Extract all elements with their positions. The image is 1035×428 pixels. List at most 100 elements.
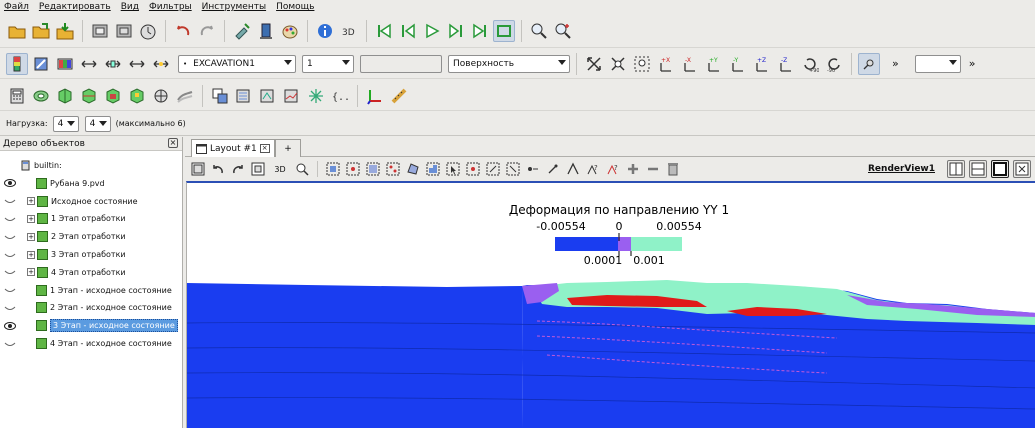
glyph-icon[interactable] xyxy=(150,85,172,107)
group-datasets-icon[interactable] xyxy=(209,85,231,107)
close-tab-icon[interactable]: × xyxy=(259,144,270,153)
clip-icon[interactable] xyxy=(54,85,76,107)
reset-camera-icon[interactable] xyxy=(583,53,605,75)
expand-icon[interactable]: + xyxy=(27,250,35,259)
tree-item[interactable]: +3 Этап отработки xyxy=(0,246,181,263)
eye-open-icon[interactable] xyxy=(4,179,16,188)
menu-tools[interactable]: Инструменты xyxy=(202,2,266,12)
redo-icon[interactable] xyxy=(196,20,218,42)
add-selection-icon[interactable] xyxy=(624,160,642,178)
component-select[interactable]: 1 xyxy=(302,54,354,73)
tree-item[interactable]: + Исходное состояние xyxy=(0,193,181,210)
eye-closed-icon[interactable] xyxy=(4,233,16,241)
plot-over-line-icon[interactable] xyxy=(281,85,303,107)
hover-cells-icon[interactable] xyxy=(484,160,502,178)
view-plus-y-icon[interactable]: +Y xyxy=(703,53,725,75)
render-view[interactable]: Деформация по направлению YY 1 -0.00554 … xyxy=(186,181,1035,428)
contour-icon[interactable] xyxy=(30,85,52,107)
extract-subset-icon[interactable] xyxy=(126,85,148,107)
clear-selection-icon[interactable] xyxy=(664,160,682,178)
info-icon[interactable] xyxy=(314,20,336,42)
loop-icon[interactable] xyxy=(493,20,515,42)
particle-icon[interactable] xyxy=(305,85,327,107)
subtract-selection-icon[interactable] xyxy=(644,160,662,178)
expand-icon[interactable]: + xyxy=(27,232,35,241)
toolbar-overflow-2[interactable]: » xyxy=(969,57,976,70)
menu-file[interactable]: Файл xyxy=(4,2,29,12)
tree-item[interactable]: +4 Этап отработки xyxy=(0,264,181,281)
render-canvas[interactable]: Деформация по направлению YY 1 -0.00554 … xyxy=(186,183,1035,428)
save-data-icon[interactable] xyxy=(54,20,76,42)
timer-icon[interactable] xyxy=(137,20,159,42)
tree-item[interactable]: Рубана 9.pvd xyxy=(0,175,181,192)
tree-item[interactable]: 3 Этап - исходное состояние xyxy=(0,317,181,334)
open-recent-icon[interactable] xyxy=(30,20,52,42)
expand-icon[interactable]: + xyxy=(27,268,35,277)
open-folder-icon[interactable] xyxy=(6,20,28,42)
server-icon[interactable] xyxy=(255,20,277,42)
rescale-temporal-icon[interactable] xyxy=(150,53,172,75)
rescale-range-icon[interactable] xyxy=(78,53,100,75)
camera-redo-icon[interactable] xyxy=(229,160,247,178)
select-polygon-icon[interactable] xyxy=(404,160,422,178)
camera-undo-icon[interactable] xyxy=(209,160,227,178)
threshold-icon[interactable] xyxy=(102,85,124,107)
tree-item[interactable]: builtin: xyxy=(0,157,181,174)
edit-colormap-icon[interactable] xyxy=(30,53,52,75)
eye-closed-icon[interactable] xyxy=(4,304,16,312)
pick-line-icon[interactable] xyxy=(564,160,582,178)
undo-icon[interactable] xyxy=(172,20,194,42)
last-frame-icon[interactable] xyxy=(469,20,491,42)
play-icon[interactable] xyxy=(421,20,443,42)
maximize-view-icon[interactable] xyxy=(991,160,1009,178)
query-icon[interactable]: ? xyxy=(584,160,602,178)
calculator-icon[interactable] xyxy=(6,85,28,107)
select-points-through-icon[interactable] xyxy=(384,160,402,178)
load-spin-2[interactable]: 4 xyxy=(84,115,111,132)
toolbar-overflow[interactable]: » xyxy=(892,57,899,70)
zoom-closest-icon[interactable] xyxy=(552,20,574,42)
slice-icon[interactable] xyxy=(78,85,100,107)
tree-item[interactable]: 1 Этап - исходное состояние xyxy=(0,282,181,299)
menu-edit[interactable]: Редактировать xyxy=(39,2,111,12)
connect-icon[interactable] xyxy=(89,20,111,42)
stream-tracer-icon[interactable] xyxy=(174,85,196,107)
close-panel-icon[interactable]: × xyxy=(168,138,178,148)
show-orientation-icon[interactable] xyxy=(249,160,267,178)
zoom-data-icon[interactable] xyxy=(607,53,629,75)
axes-icon[interactable] xyxy=(364,85,386,107)
eye-closed-icon[interactable] xyxy=(4,215,16,223)
tree-item[interactable]: +1 Этап отработки xyxy=(0,210,181,227)
close-view-icon[interactable] xyxy=(1013,160,1031,178)
view-plus-x-icon[interactable]: +X xyxy=(655,53,677,75)
split-horizontal-icon[interactable] xyxy=(947,160,965,178)
view-minus-z-icon[interactable]: -Z xyxy=(775,53,797,75)
toggle-3d-button[interactable]: 3D xyxy=(269,160,291,178)
tree-item[interactable]: +2 Этап отработки xyxy=(0,228,181,245)
camera-select[interactable] xyxy=(914,54,961,73)
center-axes-icon[interactable] xyxy=(858,52,880,75)
view-minus-y-icon[interactable]: -Y xyxy=(727,53,749,75)
tree-item[interactable]: 4 Этап - исходное состояние xyxy=(0,335,181,352)
expand-icon[interactable]: + xyxy=(27,197,35,206)
view-minus-x-icon[interactable]: -X xyxy=(679,53,701,75)
color-preset-icon[interactable] xyxy=(54,53,76,75)
menu-help[interactable]: Помощь xyxy=(276,2,314,12)
eye-closed-icon[interactable] xyxy=(4,251,16,259)
python-calculator-icon[interactable]: {..} xyxy=(329,85,351,107)
tree-item[interactable]: 2 Этап - исходное состояние xyxy=(0,299,181,316)
source-select[interactable]: • EXCAVATION1 xyxy=(178,54,296,73)
warp-vector-icon[interactable] xyxy=(257,85,279,107)
select-blocks-icon[interactable] xyxy=(424,160,442,178)
color-legend-icon[interactable] xyxy=(6,52,28,75)
grow-selection-icon[interactable] xyxy=(524,160,542,178)
eye-open-icon[interactable] xyxy=(4,321,16,330)
zoom-box-icon[interactable] xyxy=(631,53,653,75)
menu-filters[interactable]: Фильтры xyxy=(149,2,192,12)
previous-frame-icon[interactable] xyxy=(397,20,419,42)
disconnect-icon[interactable] xyxy=(113,20,135,42)
representation-select[interactable]: Поверхность xyxy=(448,54,570,73)
rescale-visible-icon[interactable] xyxy=(126,53,148,75)
tab-layout-1[interactable]: Layout #1 × xyxy=(191,139,275,157)
zoom-to-box-icon[interactable] xyxy=(293,160,311,178)
